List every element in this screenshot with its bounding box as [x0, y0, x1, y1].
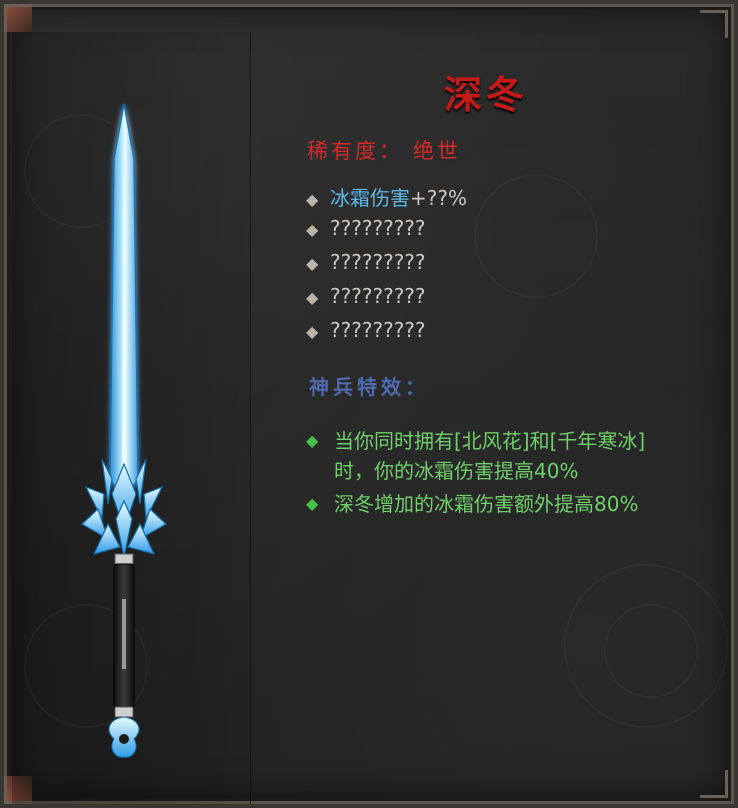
stat-row: ◆????????? — [306, 216, 426, 240]
green-diamond-bullet-icon: ◆ — [306, 494, 319, 513]
cloud-pattern — [474, 174, 598, 298]
stat-row: ◆????????? — [306, 318, 426, 342]
item-name: 深冬 — [444, 72, 529, 117]
stat-name: ????????? — [330, 250, 426, 274]
green-diamond-bullet-icon: ◆ — [306, 431, 319, 450]
rarity-line: 稀有度： 绝世 — [307, 135, 461, 165]
stat-name: ????????? — [330, 284, 426, 308]
frame-corner-bottom-right — [700, 770, 728, 798]
effect-line: 深冬增加的冰霜伤害额外提高80% — [334, 492, 639, 516]
effects-heading: 神兵特效： — [309, 375, 429, 399]
item-tooltip-frame: 深冬 稀有度： 绝世 ◆ 冰霜伤害+??% ◆????????? ◆????????… — [0, 0, 738, 808]
diamond-bullet-icon: ◆ — [306, 322, 319, 341]
stat-row: ◆????????? — [306, 284, 426, 308]
effect-item: ◆ 当你同时拥有[北风花]和[千年寒冰] 时，你的冰霜伤害提高40% — [306, 426, 706, 486]
stat-name: 冰霜伤害 — [330, 186, 410, 210]
frame-corner-top-left — [4, 4, 32, 32]
effect-line: 当你同时拥有[北风花]和[千年寒冰] — [334, 429, 646, 453]
diamond-bullet-icon: ◆ — [306, 288, 319, 307]
diamond-bullet-icon: ◆ — [306, 190, 319, 209]
ice-sword-icon — [80, 103, 168, 758]
stat-value: +??% — [410, 186, 467, 210]
stat-row: ◆ 冰霜伤害+??% — [306, 182, 467, 211]
cloud-pattern — [604, 604, 698, 698]
diamond-bullet-icon: ◆ — [306, 220, 319, 239]
effect-line: 时，你的冰霜伤害提高40% — [334, 459, 579, 483]
stat-name: ????????? — [330, 318, 426, 342]
stat-name: ????????? — [330, 216, 426, 240]
frame-corner-top-right — [700, 10, 728, 38]
effect-item: ◆ 深冬增加的冰霜伤害额外提高80% — [306, 489, 706, 519]
rarity-value: 绝世 — [413, 139, 461, 163]
rarity-label: 稀有度： — [307, 139, 403, 163]
stat-row: ◆????????? — [306, 250, 426, 274]
diamond-bullet-icon: ◆ — [306, 254, 319, 273]
